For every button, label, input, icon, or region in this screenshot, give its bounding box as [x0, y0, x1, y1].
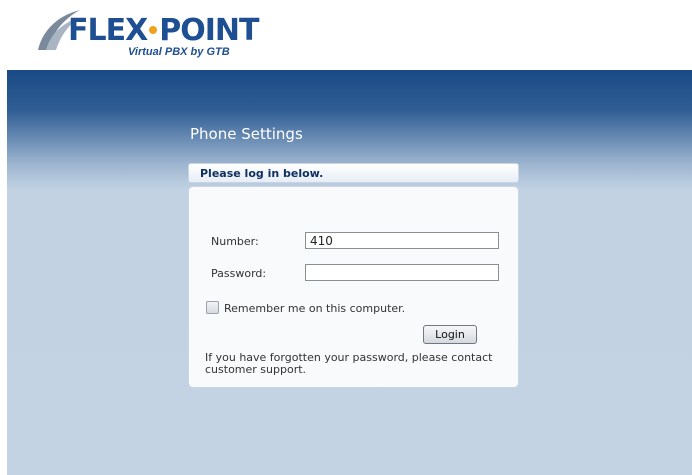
remember-me-label[interactable]: Remember me on this computer. — [224, 302, 405, 315]
logo-part-flex: FLEX — [68, 13, 148, 48]
flexpoint-logo: FLEX POINT Virtual PBX by GTB — [28, 6, 278, 66]
logo-part-point: POINT — [159, 13, 259, 48]
logo-dot-icon — [149, 25, 158, 34]
number-label: Number: — [211, 235, 259, 248]
logo-wordmark: FLEX POINT — [68, 13, 259, 48]
password-input[interactable] — [305, 264, 499, 281]
password-label: Password: — [211, 267, 267, 280]
logo-tagline: Virtual PBX by GTB — [128, 46, 230, 58]
page-title: Phone Settings — [190, 125, 303, 143]
login-panel-header: Please log in below. — [188, 163, 519, 183]
number-input[interactable] — [305, 232, 499, 249]
remember-me-checkbox[interactable] — [206, 301, 219, 314]
header: FLEX POINT Virtual PBX by GTB — [0, 0, 692, 70]
login-panel-header-text: Please log in below. — [200, 167, 324, 180]
login-button[interactable]: Login — [423, 325, 477, 344]
login-panel: Number: Password: Remember me on this co… — [188, 186, 519, 388]
forgot-password-help: If you have forgotten your password, ple… — [205, 351, 493, 376]
